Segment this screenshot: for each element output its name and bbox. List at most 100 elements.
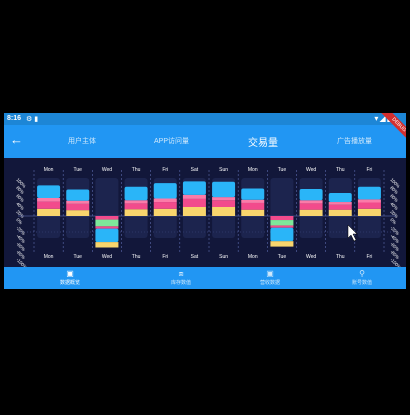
nav-data-overview[interactable]: ▣ 数据概览 <box>40 269 100 287</box>
bar-segment <box>212 197 236 201</box>
x-tick-label-bottom: Sat <box>191 254 199 260</box>
x-tick-label-top: Wed <box>102 167 112 173</box>
y-tick-label-right: -100% <box>389 257 402 267</box>
nav-label: 库存数值 <box>170 280 191 286</box>
bar-segment <box>299 203 323 210</box>
x-tick-label-bottom: Sun <box>219 254 228 260</box>
x-tick-label-top: Thu <box>132 167 141 173</box>
bar-segment <box>299 200 323 204</box>
bar-segment <box>270 225 294 228</box>
nav-account[interactable]: ⚲ 账号数值 <box>332 269 392 287</box>
bar-segment <box>37 201 61 209</box>
bar-segment <box>270 216 294 221</box>
bar-segment <box>153 208 177 216</box>
gallery-icon: ⧈ <box>178 269 184 278</box>
bar-segment <box>182 194 206 199</box>
bar-segment <box>37 185 61 198</box>
bar-segment <box>212 181 236 198</box>
y-tick-label-left: -100% <box>15 257 28 267</box>
tab-app-visits[interactable]: APP访问量 <box>154 136 189 146</box>
bar-segment <box>241 199 265 203</box>
tab-user[interactable]: 用户主体 <box>68 136 96 146</box>
x-tick-label-bottom: Mon <box>44 254 54 260</box>
bar-segment <box>66 203 90 211</box>
bar-segment <box>182 198 206 207</box>
bar-segment <box>212 207 236 216</box>
bar-segment <box>270 241 294 247</box>
tab-transactions[interactable]: 交易量 <box>248 134 278 149</box>
bar-segment <box>95 228 119 243</box>
mouse-cursor-icon <box>347 224 358 242</box>
bar-segment <box>328 204 352 210</box>
x-tick-label-top: Fri <box>162 167 168 173</box>
x-tick-label-bottom: Fri <box>162 254 168 260</box>
bar-segment <box>270 220 294 226</box>
x-tick-label-top: Fri <box>366 167 372 173</box>
image-icon: ▣ <box>66 269 74 278</box>
bar-segment <box>37 198 61 202</box>
bar-segment <box>124 186 148 201</box>
bar-segment <box>95 242 119 248</box>
bar-segment <box>357 202 381 209</box>
bar-segment <box>66 189 90 201</box>
nav-inventory[interactable]: ⧈ 库存数值 <box>151 269 211 287</box>
bar-segment <box>241 209 265 216</box>
bar-segment <box>153 202 177 209</box>
bar-segment <box>328 193 352 203</box>
x-tick-label-bottom: Fri <box>366 254 372 260</box>
image-icon: ▣ <box>266 269 274 278</box>
bar-segment <box>241 188 265 200</box>
bar-segment <box>328 202 352 205</box>
bar-segment <box>182 181 206 195</box>
x-tick-label-bottom: Wed <box>102 254 112 260</box>
x-tick-label-top: Thu <box>336 167 345 173</box>
bar-segment <box>299 189 323 201</box>
tab-ad-plays[interactable]: 广告播放量 <box>337 136 372 146</box>
x-tick-label-bottom: Thu <box>132 254 141 260</box>
bar-segment <box>95 219 119 227</box>
bar-segment <box>357 199 381 203</box>
x-tick-label-top: Tue <box>74 167 83 173</box>
nav-revenue[interactable]: ▣ 营收数据 <box>240 269 300 287</box>
search-icon: ⚲ <box>359 269 365 278</box>
bar-segment <box>270 227 294 242</box>
x-tick-label-bottom: Thu <box>336 254 345 260</box>
bar-segment <box>153 198 177 203</box>
bar-segment <box>37 208 61 216</box>
nav-label: 营收数据 <box>259 280 280 286</box>
bar-segment <box>95 226 119 229</box>
bar-segment <box>241 202 265 210</box>
bar-segment <box>124 203 148 210</box>
x-tick-label-top: Sat <box>191 167 199 173</box>
app-screen: 8:16 ⚙ ▮ ▾◢▮ ← 用户主体 APP访问量 交易量 广告播放量 100… <box>4 113 406 289</box>
bar-segment <box>328 209 352 216</box>
x-tick-label-bottom: Wed <box>306 254 316 260</box>
bar-segment <box>124 209 148 216</box>
stacked-bar-chart: 100% 100%80% 80%60% 60%40% 40%20% 20%0% 0%-20%… <box>15 167 402 267</box>
x-tick-label-top: Mon <box>44 167 54 173</box>
x-tick-label-bottom: Tue <box>74 254 83 260</box>
app-bar: ← 用户主体 APP访问量 交易量 广告播放量 <box>4 125 406 158</box>
bar-segment <box>357 208 381 216</box>
bar-segment <box>124 200 148 204</box>
status-bar: 8:16 ⚙ ▮ ▾◢▮ <box>4 113 406 125</box>
bar-segment <box>212 200 236 207</box>
bar-segment <box>357 186 381 200</box>
x-tick-label-top: Sun <box>219 167 228 173</box>
back-arrow-icon[interactable]: ← <box>10 132 23 147</box>
nav-label: 账号数值 <box>351 280 372 286</box>
bar-segment <box>66 210 90 216</box>
bar-segment <box>66 200 90 204</box>
x-tick-label-top: Tue <box>278 167 287 173</box>
bar-segment <box>182 207 206 216</box>
bottom-navigation: ▣ 数据概览 ⧈ 库存数值 ▣ 营收数据 ⚲ 账号数值 <box>4 267 406 289</box>
status-time: 8:16 <box>7 115 22 122</box>
bar-segment <box>95 216 119 220</box>
status-icons-left: ⚙ ▮ <box>26 116 39 123</box>
x-tick-label-bottom: Mon <box>248 254 258 260</box>
nav-label: 数据概览 <box>59 280 80 286</box>
bar-segment <box>299 209 323 216</box>
x-tick-label-bottom: Tue <box>278 254 287 260</box>
bar-segment <box>153 183 177 199</box>
x-tick-label-top: Wed <box>306 167 316 173</box>
